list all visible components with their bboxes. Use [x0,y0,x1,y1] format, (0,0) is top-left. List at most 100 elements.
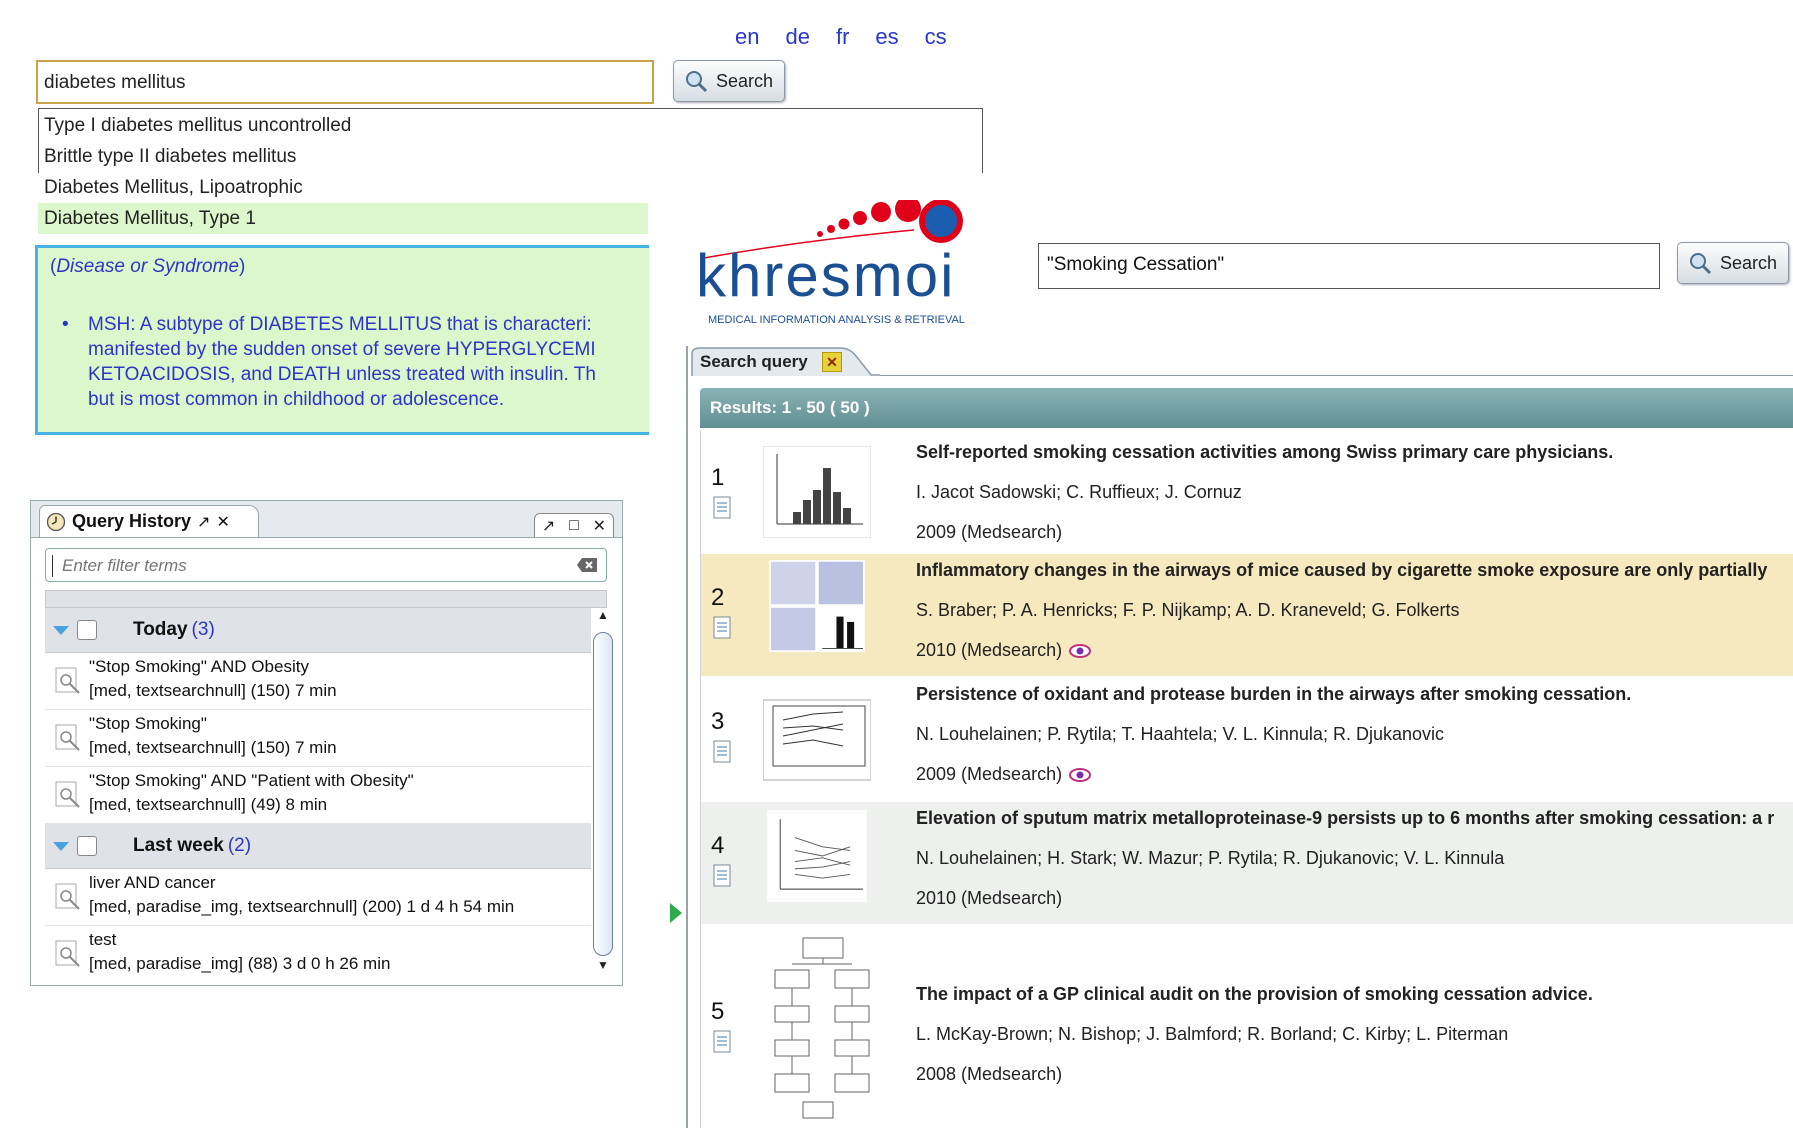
history-meta: [med, textsearchnull] (150) 7 min [89,738,337,757]
result-title-link[interactable]: Elevation of sputum matrix metalloprotei… [916,808,1774,829]
lang-en[interactable]: en [735,24,759,50]
suggestion-item[interactable]: Type I diabetes mellitus uncontrolled [38,110,648,141]
suggestion-list: Type I diabetes mellitus uncontrolled Br… [38,110,648,234]
document-icon[interactable] [713,864,733,888]
eye-icon[interactable] [1068,766,1092,784]
history-group-today[interactable]: Today (3) [45,608,591,653]
query-magnifier-icon [55,940,80,967]
group-label: Last week [133,835,224,856]
eye-icon[interactable] [1068,642,1092,660]
result-thumbnail[interactable] [763,560,871,652]
scroll-thumb[interactable] [593,632,613,956]
history-meta: [med, textsearchnull] (150) 7 min [89,681,337,700]
maximize-icon[interactable]: □ [569,517,579,535]
search-icon [1690,253,1712,275]
result-year: 2010 (Medsearch) [916,888,1062,909]
lang-de[interactable]: de [785,24,809,50]
result-year-text: 2009 (Medsearch) [916,764,1063,784]
group-checkbox[interactable] [77,836,97,856]
result-number: 4 [711,832,725,859]
query-magnifier-icon [55,781,80,808]
close-tab-icon[interactable]: ✕ [822,352,842,372]
khresmoi-search-button[interactable]: Search [1677,242,1789,284]
history-item[interactable]: liver AND cancer [med, paradise_img, tex… [45,869,591,926]
window-controls: ↗ □ ✕ [534,513,614,539]
history-query: test [89,930,117,949]
suggestion-item[interactable]: Diabetes Mellitus, Lipoatrophic [38,172,648,203]
semantic-type: (Disease or Syndrome) [50,256,246,277]
history-group-last-week[interactable]: Last week (2) [45,824,591,869]
lang-fr[interactable]: fr [836,24,849,50]
result-number: 2 [711,584,725,611]
scroll-up-arrow-icon[interactable]: ▲ [593,608,613,628]
results-list: 1 Self-reported smoking cessation activi… [700,430,1793,1128]
filter-input[interactable] [60,551,564,581]
history-clock-icon [46,512,66,531]
result-row: 3 Persistence of oxidant and protease bu… [701,678,1793,800]
close-tab-icon[interactable]: ✕ [216,512,229,532]
left-divider [686,346,688,1128]
bullet-icon: • [62,314,69,335]
result-number: 5 [711,998,725,1025]
group-count: (3) [191,619,215,640]
document-icon[interactable] [713,740,733,764]
expand-panel-arrow-icon[interactable] [670,903,682,923]
result-authors: L. McKay-Brown; N. Bishop; J. Balmford; … [916,1024,1509,1044]
logo-wordmark: khresmoi [696,242,955,309]
result-thumbnail[interactable] [763,694,871,786]
group-checkbox[interactable] [77,620,97,640]
result-title-link[interactable]: Self-reported smoking cessation activiti… [916,442,1613,463]
history-item[interactable]: "Stop Smoking" AND "Patient with Obesity… [45,767,591,824]
clear-filter-icon[interactable] [576,557,598,573]
khresmoi-logo: khresmoi MEDICAL INFORMATION ANALYSIS & … [696,200,965,326]
result-thumbnail[interactable] [763,446,871,538]
query-history-title: Query History [72,511,192,531]
query-history-tab[interactable]: Query History ↗ ✕ [39,505,259,537]
close-window-icon[interactable]: ✕ [593,516,606,536]
expand-triangle-icon[interactable] [53,841,69,851]
history-meta: [med, paradise_img] (88) 3 d 0 h 26 min [89,954,391,973]
result-year-text: 2010 (Medsearch) [916,888,1063,908]
filter-field[interactable] [45,548,607,582]
result-year-text: 2009 (Medsearch) [916,522,1063,542]
scroll-down-arrow-icon[interactable]: ▼ [593,958,613,978]
group-count: (2) [227,835,252,856]
document-icon[interactable] [713,1030,733,1054]
document-icon[interactable] [713,616,733,640]
definition-line: MSH: A subtype of DIABETES MELLITUS that… [88,314,592,335]
detach-window-icon[interactable]: ↗ [542,516,555,536]
result-row: 4 Elevation of sputum matrix metalloprot… [701,802,1793,924]
query-history-body: Today (3) "Stop Smoking" AND Obesity [me… [31,537,622,985]
group-label: Today [133,619,188,640]
result-thumbnail[interactable] [763,810,871,902]
expand-triangle-icon[interactable] [53,625,69,635]
result-number: 3 [711,708,725,735]
history-meta: [med, textsearchnull] (49) 8 min [89,795,328,814]
definition-line: but is most common in childhood or adole… [88,389,505,410]
lang-es[interactable]: es [875,24,898,50]
lang-cs[interactable]: cs [925,24,947,50]
document-icon[interactable] [713,496,733,520]
suggestion-item[interactable]: Brittle type II diabetes mellitus [38,141,648,172]
vertical-scrollbar[interactable]: ▲ ▼ [593,608,613,978]
khresmoi-search-input[interactable]: "Smoking Cessation" [1038,243,1660,289]
history-meta: [med, paradise_img, textsearchnull] (200… [89,897,515,916]
history-query: "Stop Smoking" AND "Patient with Obesity… [89,771,414,790]
definition-line: KETOACIDOSIS, and DEATH unless treated w… [88,364,596,385]
result-title-link[interactable]: The impact of a GP clinical audit on the… [916,984,1593,1005]
history-item[interactable]: "Stop Smoking" [med, textsearchnull] (15… [45,710,591,767]
result-year-text: 2008 (Medsearch) [916,1064,1063,1084]
search-button[interactable]: Search [673,60,785,102]
detach-icon[interactable]: ↗ [197,512,210,532]
text-caret [52,555,53,577]
query-history-panel: Query History ↗ ✕ ↗ □ ✕ Today (3) [30,500,623,986]
suggestion-item-selected[interactable]: Diabetes Mellitus, Type 1 [38,203,648,234]
history-item[interactable]: "Stop Smoking" AND Obesity [med, textsea… [45,653,591,710]
result-thumbnail[interactable] [763,934,871,1122]
result-row-highlighted: 2 Inflammatory changes in the airways of… [701,554,1793,676]
result-title-link[interactable]: Persistence of oxidant and protease burd… [916,684,1631,705]
history-query: liver AND cancer [89,873,216,892]
history-item[interactable]: test [med, paradise_img] (88) 3 d 0 h 26… [45,926,591,978]
concept-search-input[interactable]: diabetes mellitus [36,60,654,104]
result-title-link[interactable]: Inflammatory changes in the airways of m… [916,560,1767,581]
